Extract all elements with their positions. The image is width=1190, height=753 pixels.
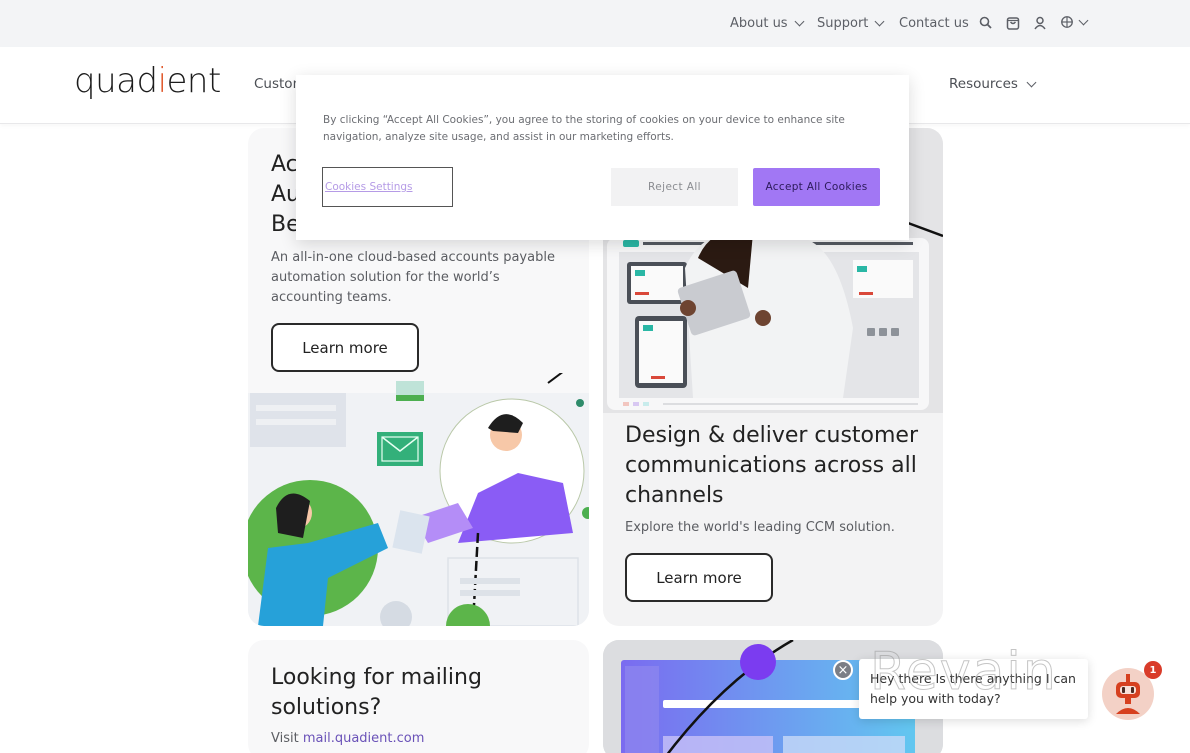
- search-icon[interactable]: [978, 15, 994, 31]
- learn-more-button[interactable]: Learn more: [271, 323, 419, 372]
- nav-resources[interactable]: Resources: [949, 76, 1037, 92]
- nav-support[interactable]: Support: [817, 16, 885, 31]
- globe-icon: [1061, 16, 1073, 28]
- nav-contact-us-label: Contact us: [899, 16, 969, 31]
- people-exchange-illustration: [248, 373, 589, 626]
- chevron-down-icon: [1078, 15, 1089, 25]
- nav-contact-us[interactable]: Contact us: [899, 16, 969, 31]
- accept-all-cookies-button[interactable]: Accept All Cookies: [753, 168, 880, 206]
- language-selector[interactable]: [1060, 15, 1089, 29]
- card-title: Design & deliver customer communications…: [625, 423, 919, 508]
- chevron-down-icon: [794, 16, 805, 27]
- user-icon[interactable]: [1032, 15, 1048, 31]
- card-description: Explore the world's leading CCM solution…: [625, 520, 895, 535]
- cookies-settings-button[interactable]: Cookies Settings: [322, 167, 453, 207]
- chevron-down-icon: [874, 16, 885, 27]
- mail-quadient-link[interactable]: mail.quadient.com: [303, 731, 425, 746]
- nav-about-us-label: About us: [730, 16, 788, 31]
- logo-text: quad: [74, 61, 158, 101]
- cart-icon[interactable]: [1005, 15, 1021, 31]
- cookie-consent-banner: By clicking “Accept All Cookies”, you ag…: [296, 75, 909, 240]
- card-title: Looking for mailing solutions?: [271, 665, 482, 720]
- nav-support-label: Support: [817, 16, 869, 31]
- card-description: An all-in-one cloud-based accounts payab…: [271, 250, 555, 305]
- quadient-logo[interactable]: quadient: [74, 61, 221, 101]
- utility-bar: About us Support Contact us: [0, 0, 1190, 47]
- chat-message-text: Hey there Is there anything I can help y…: [870, 671, 1076, 706]
- cookie-consent-text: By clicking “Accept All Cookies”, you ag…: [323, 114, 845, 143]
- logo-mark: i: [157, 61, 167, 101]
- chat-message-bubble[interactable]: Hey there Is there anything I can help y…: [859, 659, 1088, 719]
- card-mailing: Looking for mailing solutions? Visit mai…: [248, 640, 589, 753]
- notification-badge: 1: [1144, 661, 1162, 679]
- learn-more-button[interactable]: Learn more: [625, 553, 773, 602]
- reject-all-button[interactable]: Reject All: [611, 168, 738, 206]
- nav-about-us[interactable]: About us: [730, 16, 805, 31]
- visit-label: Visit: [271, 731, 303, 746]
- card-description: Visit mail.quadient.com: [271, 729, 424, 749]
- close-icon: ×: [837, 662, 849, 678]
- chevron-down-icon: [1026, 77, 1037, 87]
- close-chat-bubble-button[interactable]: ×: [833, 660, 853, 680]
- logo-text: ent: [166, 61, 222, 101]
- nav-resources-label: Resources: [949, 76, 1018, 92]
